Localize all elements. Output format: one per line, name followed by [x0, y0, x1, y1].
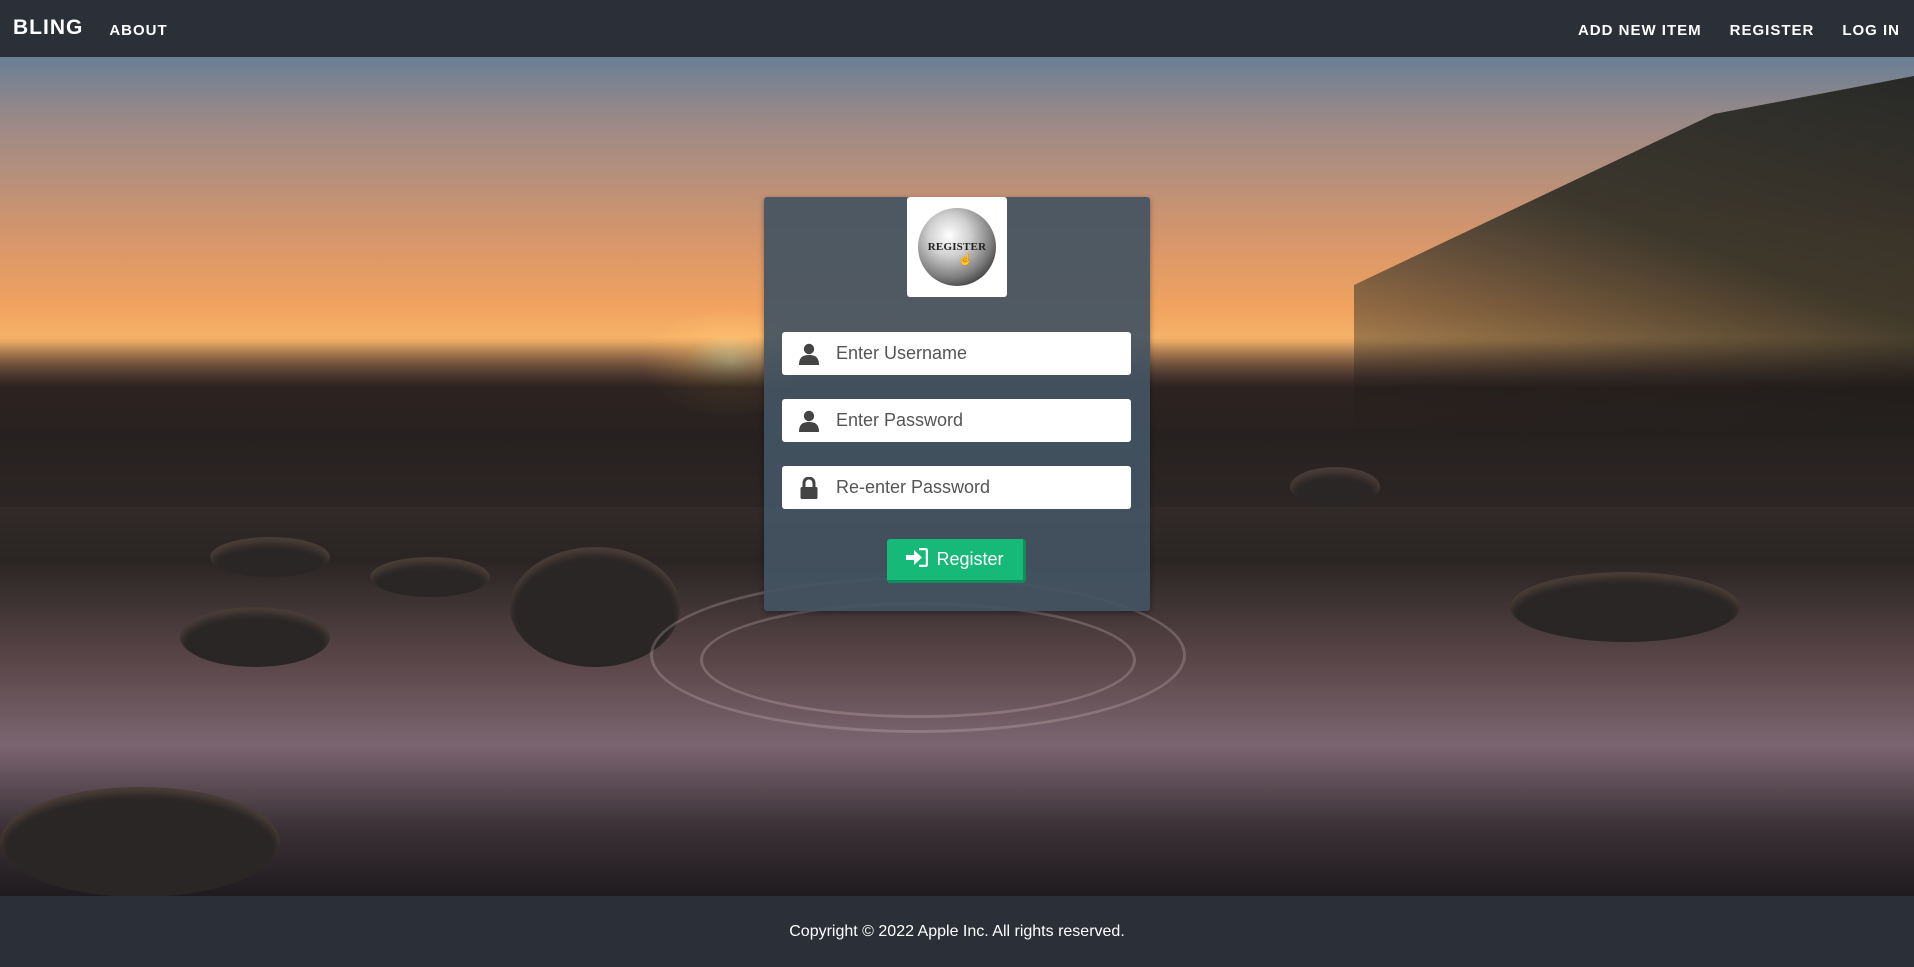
top-navbar: BLING ABOUT ADD NEW ITEM REGISTER LOG IN	[0, 0, 1914, 57]
register-submit-button[interactable]: Register	[887, 539, 1026, 583]
username-field	[782, 332, 1131, 375]
register-logo-disc: REGISTER ☝	[918, 208, 996, 286]
rock	[180, 607, 330, 667]
password-field	[782, 399, 1131, 442]
nav-register-link[interactable]: REGISTER	[1730, 22, 1815, 39]
nav-left-group: BLING ABOUT	[13, 16, 168, 40]
rock	[370, 557, 490, 597]
copyright-text: Copyright © 2022 Apple Inc. All rights r…	[789, 922, 1125, 940]
password-input[interactable]	[836, 410, 1116, 431]
brand-logo-link[interactable]: BLING	[13, 16, 83, 40]
rock	[1510, 572, 1740, 642]
confirm-password-field	[782, 466, 1131, 509]
register-logo-text: REGISTER	[927, 241, 987, 253]
nav-about-link[interactable]: ABOUT	[109, 22, 167, 39]
nav-add-new-item-link[interactable]: ADD NEW ITEM	[1578, 22, 1702, 39]
username-input[interactable]	[836, 343, 1116, 364]
rock	[210, 537, 330, 577]
register-card: REGISTER ☝ Register	[764, 197, 1150, 611]
page-footer: Copyright © 2022 Apple Inc. All rights r…	[0, 896, 1914, 967]
hand-pointer-icon: ☝	[958, 252, 973, 266]
nav-right-group: ADD NEW ITEM REGISTER LOG IN	[1550, 19, 1900, 39]
confirm-password-input[interactable]	[836, 477, 1116, 498]
register-logo-image: REGISTER ☝	[907, 197, 1007, 297]
lock-icon	[782, 466, 836, 509]
nav-log-in-link[interactable]: LOG IN	[1842, 22, 1900, 39]
sign-in-icon	[906, 547, 929, 572]
rock	[0, 787, 280, 896]
rock	[1290, 467, 1380, 507]
user-icon	[782, 332, 836, 375]
user-icon	[782, 399, 836, 442]
register-button-label: Register	[936, 549, 1004, 569]
